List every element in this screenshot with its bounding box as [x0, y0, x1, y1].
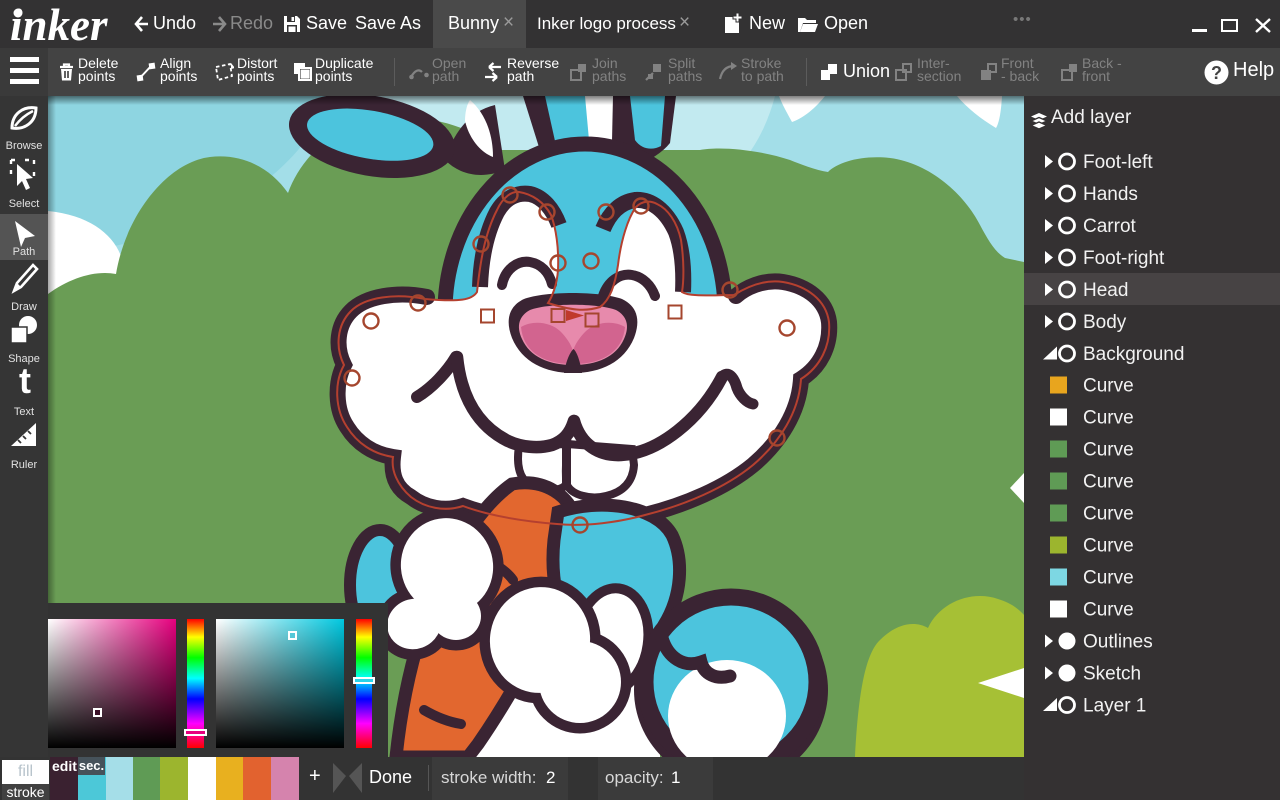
svg-text:Curve: Curve — [1083, 408, 1134, 429]
svg-text:Curve: Curve — [1083, 504, 1134, 525]
svg-text:Curve: Curve — [1083, 536, 1134, 557]
svg-text:Head: Head — [1083, 280, 1128, 301]
svg-text:Foot-left: Foot-left — [1083, 152, 1153, 173]
svg-text:Sketch: Sketch — [1083, 664, 1141, 685]
svg-text:Curve: Curve — [1083, 472, 1134, 493]
svg-text:Carrot: Carrot — [1083, 216, 1137, 237]
svg-text:Hands: Hands — [1083, 184, 1138, 205]
svg-text:Curve: Curve — [1083, 376, 1134, 397]
svg-text:Outlines: Outlines — [1083, 632, 1153, 653]
svg-text:inker: inker — [10, 2, 108, 48]
svg-text:Curve: Curve — [1083, 440, 1134, 461]
svg-text:Background: Background — [1083, 344, 1184, 365]
svg-text:Foot-right: Foot-right — [1083, 248, 1165, 269]
svg-text:t: t — [19, 366, 31, 396]
svg-text:Curve: Curve — [1083, 600, 1134, 621]
svg-text:Curve: Curve — [1083, 568, 1134, 589]
svg-text:Layer 1: Layer 1 — [1083, 696, 1146, 717]
svg-text:Body: Body — [1083, 312, 1127, 333]
svg-text:?: ? — [1211, 63, 1222, 83]
